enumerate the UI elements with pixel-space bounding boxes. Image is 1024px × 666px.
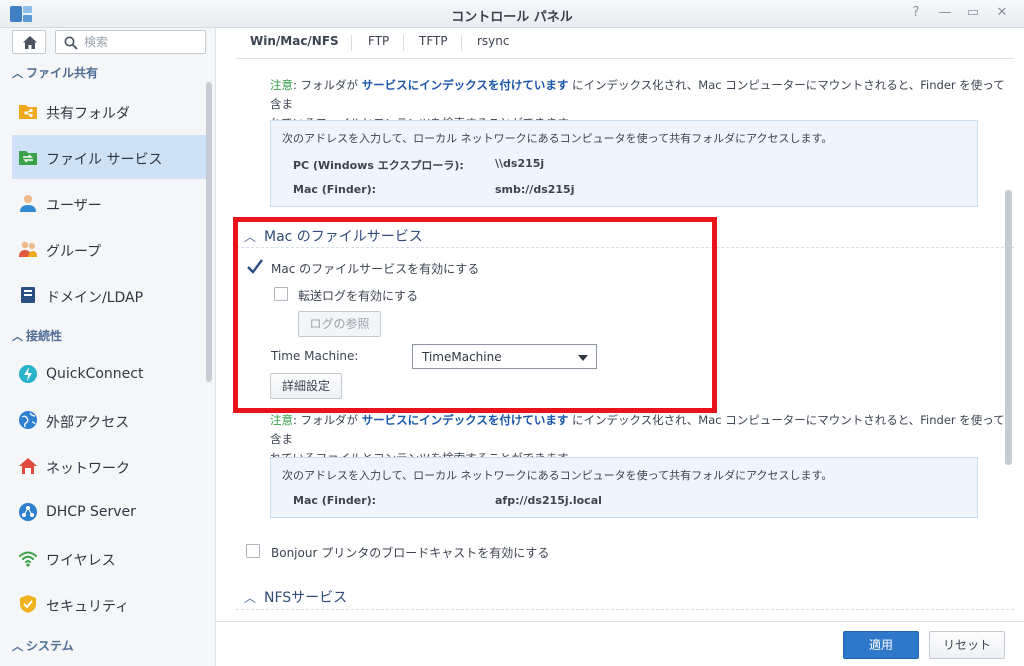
smb-mac-address: smb://ds215j: [495, 183, 575, 196]
sidebar-item-label: グループ: [46, 244, 102, 260]
sidebar-item-user[interactable]: ユーザー: [12, 181, 206, 225]
sidebar-item-label: QuickConnect: [46, 366, 144, 382]
afp-mac-address: afp://ds215j.local: [495, 494, 602, 507]
chevron-up-icon: ︿: [244, 591, 257, 605]
tab-rsync[interactable]: rsync: [477, 34, 510, 48]
title-bar: コントロール パネル ? — ▭ ✕: [0, 0, 1024, 28]
help-icon[interactable]: ?: [908, 5, 924, 21]
tab-ftp[interactable]: FTP: [368, 34, 389, 48]
time-machine-value: TimeMachine: [422, 350, 502, 364]
smb-address-intro: 次のアドレスを入力して、ローカル ネットワークにあるコンピュータを使って共有フォ…: [282, 132, 833, 145]
tab-divider: [351, 35, 352, 51]
sidebar-item-quickconnect[interactable]: QuickConnect: [12, 352, 206, 396]
mac-file-service-header[interactable]: ︿ Mac のファイルサービス: [244, 226, 423, 246]
sidebar-item-dhcp-server[interactable]: DHCP Server: [12, 490, 206, 534]
dhcp-icon: [19, 503, 37, 521]
sidebar-item-shared-folder[interactable]: 共有フォルダ: [12, 89, 206, 133]
sidebar-item-network[interactable]: ネットワーク: [12, 444, 206, 488]
bonjour-printer-checkbox[interactable]: [246, 544, 260, 558]
section-divider: [236, 609, 1014, 610]
tab-underline: [236, 58, 1014, 59]
section-connectivity[interactable]: ︿ 接続性: [12, 327, 202, 349]
search-input[interactable]: [84, 34, 199, 50]
enable-afp-checkbox[interactable]: [247, 259, 263, 274]
dropdown-arrow-icon: [578, 355, 588, 361]
file-services-icon: [19, 151, 37, 165]
enable-transfer-log-label[interactable]: 転送ログを有効にする: [298, 287, 418, 304]
close-icon[interactable]: ✕: [994, 5, 1010, 21]
smb-address-box: 次のアドレスを入力して、ローカル ネットワークにあるコンピュータを使って共有フォ…: [270, 120, 978, 207]
sidebar-item-label: ネットワーク: [46, 461, 130, 477]
minimize-icon[interactable]: —: [937, 5, 953, 21]
domain-ldap-icon: [21, 287, 35, 303]
bonjour-printer-label[interactable]: Bonjour プリンタのブロードキャストを有効にする: [271, 544, 549, 561]
chevron-up-icon: ︿: [12, 67, 23, 80]
checkmark-icon: [247, 259, 263, 274]
sidebar-item-label: 外部アクセス: [46, 415, 130, 431]
sidebar-item-external-access[interactable]: 外部アクセス: [12, 398, 206, 442]
sidebar-item-wireless[interactable]: ワイヤレス: [12, 536, 206, 580]
chevron-up-icon: ︿: [12, 640, 23, 653]
sidebar-item-label: ファイル サービス: [46, 152, 163, 168]
maximize-icon[interactable]: ▭: [965, 5, 981, 21]
section-system[interactable]: ︿ システム: [12, 637, 202, 659]
sidebar-item-security[interactable]: セキュリティ: [12, 582, 206, 626]
external-access-icon: [19, 411, 37, 429]
shared-folder-icon: [19, 105, 37, 119]
sidebar-item-label: 共有フォルダ: [46, 106, 130, 122]
time-machine-select[interactable]: TimeMachine: [412, 344, 597, 369]
group-icon: [19, 241, 37, 257]
view-log-button[interactable]: ログの参照: [298, 311, 381, 337]
afp-address-intro: 次のアドレスを入力して、ローカル ネットワークにあるコンピュータを使って共有フォ…: [282, 469, 833, 482]
afp-mac-label: Mac (Finder):: [293, 494, 377, 507]
network-icon: [19, 458, 37, 474]
nfs-service-header[interactable]: ︿ NFSサービス: [244, 587, 347, 607]
search-icon: [64, 36, 78, 50]
enable-transfer-log-checkbox[interactable]: [274, 287, 288, 301]
advanced-settings-button[interactable]: 詳細設定: [270, 373, 342, 399]
sidebar-item-label: セキュリティ: [46, 599, 130, 615]
afp-address-box: 次のアドレスを入力して、ローカル ネットワークにあるコンピュータを使って共有フォ…: [270, 457, 978, 518]
home-icon: [23, 36, 37, 49]
smb-mac-label: Mac (Finder):: [293, 183, 377, 196]
search-field[interactable]: [55, 30, 206, 54]
home-button[interactable]: [12, 30, 46, 54]
sidebar-item-file-services[interactable]: ファイル サービス: [12, 135, 206, 179]
tab-divider: [403, 35, 404, 51]
window-title: コントロール パネル: [451, 10, 573, 25]
sidebar-item-label: ドメイン/LDAP: [46, 290, 144, 306]
shield-icon: [20, 595, 36, 613]
apply-button[interactable]: 適用: [843, 631, 919, 659]
wireless-icon: [19, 551, 37, 567]
sidebar-item-label: ワイヤレス: [46, 553, 116, 569]
quickconnect-icon: [19, 365, 37, 383]
content-scrollbar[interactable]: [1005, 190, 1012, 465]
tab-divider: [461, 35, 462, 51]
tab-tftp[interactable]: TFTP: [419, 34, 448, 48]
section-divider: [236, 247, 1014, 248]
sidebar-scrollbar[interactable]: [206, 82, 212, 382]
sidebar-item-domain-ldap[interactable]: ドメイン/LDAP: [12, 273, 206, 317]
sidebar-item-group[interactable]: グループ: [12, 227, 206, 271]
tab-win-mac-nfs[interactable]: Win/Mac/NFS: [250, 34, 339, 48]
section-file-sharing[interactable]: ︿ ファイル共有: [12, 64, 202, 86]
reset-button[interactable]: リセット: [929, 631, 1005, 659]
time-machine-label: Time Machine:: [271, 349, 359, 363]
user-icon: [20, 195, 36, 212]
sidebar: ︿ファイル共有 共有フォルダ ファイル サービス ユーザー グループ ド: [0, 28, 216, 666]
chevron-up-icon: ︿: [12, 330, 23, 343]
smb-pc-label: PC (Windows エクスプローラ):: [293, 159, 464, 172]
sidebar-item-label: DHCP Server: [46, 504, 136, 520]
sidebar-item-label: ユーザー: [46, 198, 102, 214]
chevron-up-icon: ︿: [244, 230, 257, 244]
enable-afp-label[interactable]: Mac のファイルサービスを有効にする: [271, 260, 479, 277]
smb-pc-address: \\ds215j: [495, 157, 545, 170]
